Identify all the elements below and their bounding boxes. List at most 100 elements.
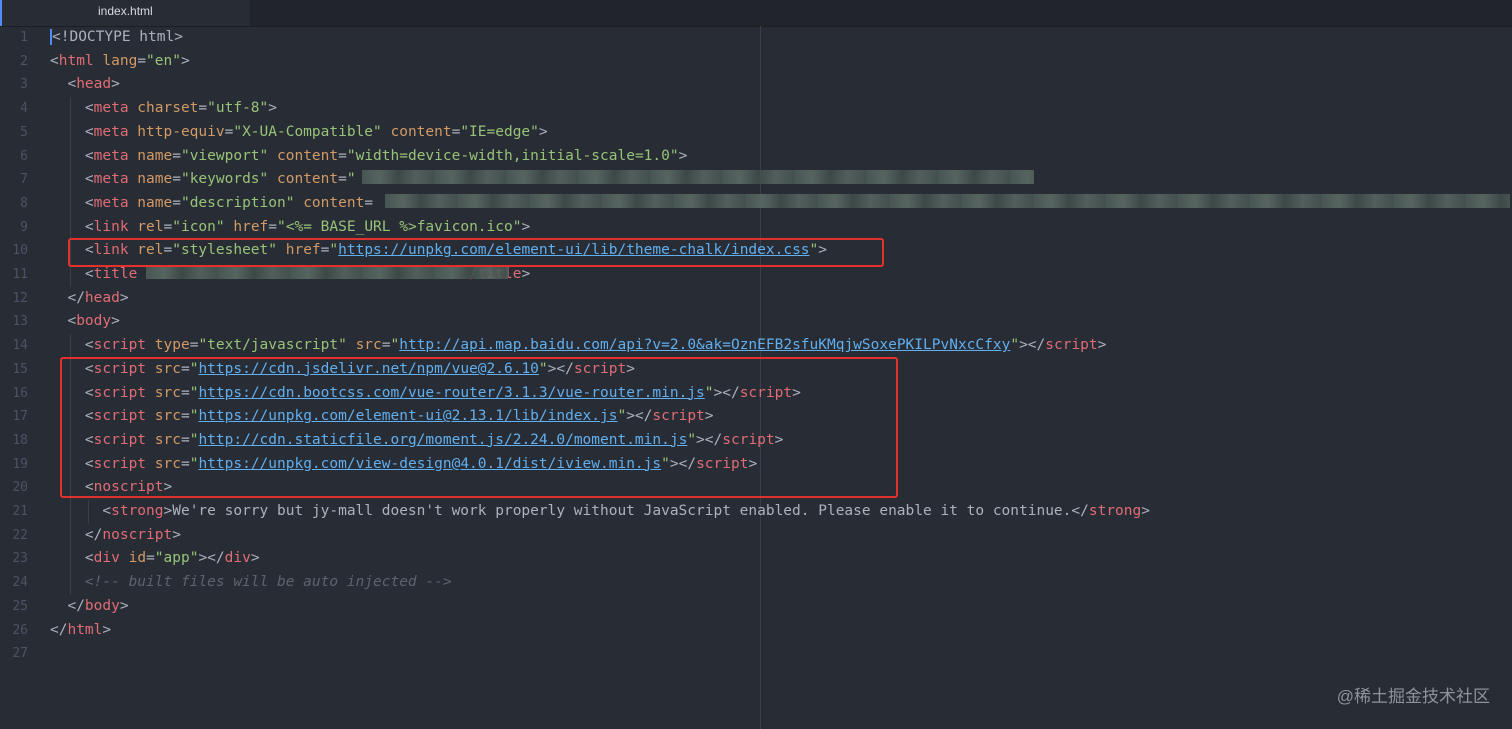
code-token: < — [50, 550, 94, 567]
code-token: > — [538, 123, 548, 140]
code-line[interactable]: <div id="app"></div> — [50, 547, 260, 571]
code-token: < — [50, 313, 77, 330]
code-line[interactable]: <!-- built files will be auto injected -… — [50, 571, 452, 595]
code-token: script — [93, 337, 147, 354]
code-token: = — [137, 52, 147, 69]
code-token: < — [50, 100, 94, 117]
code-token: "keywords" — [180, 171, 269, 188]
code-token: meta — [93, 194, 129, 211]
code-token: < — [50, 503, 112, 519]
code-token: < — [50, 194, 94, 211]
code-token: script — [1045, 337, 1098, 354]
code-token: > — [174, 29, 183, 45]
code-line[interactable]: <strong>We're sorry but jy-mall doesn't … — [50, 500, 1150, 524]
code-token: = — [146, 550, 155, 567]
code-token: = — [338, 147, 347, 164]
code-line[interactable]: <!DOCTYPE html> — [50, 26, 183, 50]
code-token: = — [172, 171, 181, 188]
code-token: > — [180, 52, 190, 69]
line-number: 9 — [20, 219, 28, 235]
redacted-region — [385, 194, 1510, 208]
code-line[interactable]: <html lang="en"> — [50, 50, 190, 74]
line-number: 7 — [20, 172, 28, 188]
line-number: 19 — [12, 456, 28, 472]
code-editor[interactable]: 1 2 3 4 5 6 7 8 9 10 11 12 13 14 15 16 17 18 19 20 21 22 23 24 2… — [0, 26, 1512, 729]
code-line[interactable]: <meta name="description" content= — [50, 192, 373, 216]
code-token[interactable]: http://api.map.baidu.com/api?v=2.0&ak=Oz… — [399, 337, 1010, 353]
code-token: http-equiv — [128, 123, 225, 140]
code-token: < — [50, 52, 59, 69]
code-token: "utf-8" — [207, 100, 269, 117]
code-token: name — [128, 147, 173, 164]
code-token: > — [250, 550, 260, 567]
code-token: link — [93, 218, 129, 235]
line-number: 6 — [20, 148, 28, 164]
code-token: > — [172, 526, 181, 543]
code-token: "IE=edge" — [460, 123, 539, 140]
code-token: > — [119, 597, 129, 614]
redacted-region — [146, 265, 508, 279]
code-line[interactable]: <body> — [50, 310, 120, 334]
code-token: div — [224, 550, 251, 567]
code-line[interactable]: <meta name="viewport" content="width=dev… — [50, 145, 687, 169]
code-token: </ — [50, 526, 103, 543]
code-line[interactable]: <meta http-equiv="X-UA-Compatible" conte… — [50, 121, 548, 145]
code-token: = — [364, 194, 374, 211]
code-token: " — [390, 337, 400, 354]
code-token: " — [346, 171, 356, 188]
code-token: > — [111, 76, 120, 93]
line-number: 23 — [12, 551, 28, 567]
line-number: 27 — [12, 646, 28, 662]
code-token: "viewport" — [180, 147, 269, 164]
line-number: 12 — [12, 290, 28, 306]
code-token: title — [93, 266, 138, 282]
code-token: html — [67, 621, 103, 638]
code-token: "description" — [180, 194, 295, 211]
code-line[interactable]: <link rel="icon" href="<%= BASE_URL %>fa… — [50, 216, 530, 240]
code-token: "text/javascript" — [198, 337, 347, 354]
code-token: = — [338, 171, 347, 188]
line-number: 13 — [12, 314, 28, 330]
code-token: > — [521, 266, 531, 282]
line-number: 21 — [12, 504, 28, 519]
line-number: 24 — [12, 575, 28, 591]
tab-label: index.html — [98, 4, 153, 18]
code-token: "en" — [146, 52, 181, 69]
code-token: = — [198, 100, 208, 117]
code-token: meta — [93, 100, 129, 117]
code-token: body — [76, 313, 112, 330]
code-token: content — [381, 123, 452, 140]
code-token: charset — [128, 100, 199, 117]
code-token: = — [163, 218, 173, 235]
code-token: </ — [50, 289, 85, 306]
code-token: meta — [93, 123, 129, 140]
code-line[interactable]: </noscript> — [50, 524, 181, 548]
code-token: > — [521, 218, 531, 235]
code-line[interactable]: </html> — [50, 619, 111, 643]
code-token: > — [1097, 337, 1107, 354]
code-token: < — [50, 218, 94, 235]
code-line[interactable]: </head> — [50, 287, 128, 311]
code-token: </ — [50, 597, 85, 614]
tab-index-html[interactable]: index.html — [0, 0, 250, 26]
line-number: 18 — [12, 432, 28, 448]
code-token: content — [268, 171, 339, 188]
code-token: < — [50, 171, 94, 188]
code-line[interactable]: <script type="text/javascript" src="http… — [50, 334, 1106, 358]
line-number: 26 — [12, 622, 28, 638]
code-token: > — [111, 313, 120, 330]
code-token: body — [84, 597, 120, 614]
code-token: meta — [93, 147, 129, 164]
line-number: 8 — [20, 195, 28, 211]
code-line[interactable]: <meta charset="utf-8"> — [50, 97, 277, 121]
tab-bar: index.html — [0, 0, 1512, 27]
code-line[interactable]: <head> — [50, 73, 120, 97]
watermark: @稀土掘金技术社区 — [1336, 687, 1490, 706]
code-line[interactable]: </body> — [50, 595, 129, 619]
code-token: = — [172, 147, 181, 164]
code-token: head — [84, 289, 120, 306]
line-number: 4 — [20, 101, 28, 117]
code-token: content — [294, 194, 365, 211]
code-line[interactable]: <meta name="keywords" content=" — [50, 168, 356, 192]
code-token: < — [50, 123, 94, 140]
